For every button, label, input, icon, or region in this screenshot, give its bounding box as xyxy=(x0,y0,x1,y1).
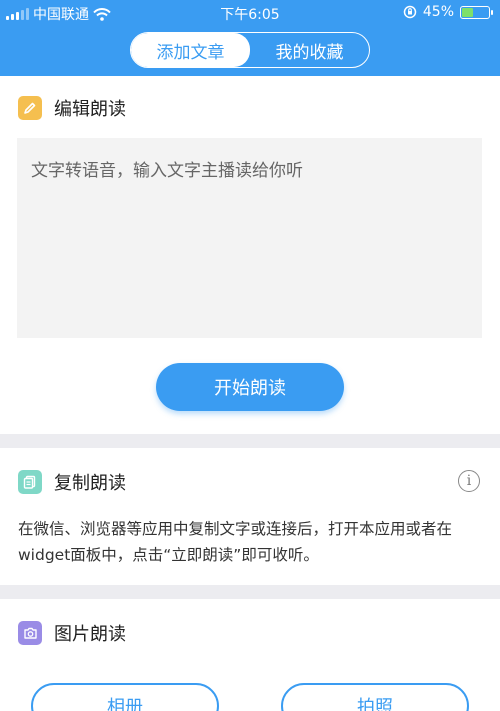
take-photo-button[interactable]: 拍照 xyxy=(281,683,469,711)
copy-doc-icon xyxy=(18,470,42,494)
image-read-title: 图片朗读 xyxy=(54,624,126,645)
copy-read-card: 复制朗读 i 在微信、浏览器等应用中复制文字或连接后，打开本应用或者在widge… xyxy=(0,448,500,585)
album-button[interactable]: 相册 xyxy=(31,683,219,711)
tab-add-article[interactable]: 添加文章 xyxy=(131,33,250,67)
status-right: 45% xyxy=(403,4,493,20)
edit-read-header: 编辑朗读 xyxy=(18,95,126,121)
info-icon[interactable]: i xyxy=(458,470,480,492)
camera-icon xyxy=(18,621,42,645)
pencil-icon xyxy=(18,96,42,120)
tab-my-favorites[interactable]: 我的收藏 xyxy=(250,33,369,67)
edit-read-title: 编辑朗读 xyxy=(54,99,126,120)
edit-read-card: 编辑朗读 文字转语音，输入文字主播读给你听 开始朗读 xyxy=(0,76,500,434)
battery-icon xyxy=(460,5,493,19)
status-bar: 中国联通 下午6:05 45% xyxy=(0,0,500,26)
orientation-lock-icon xyxy=(403,5,417,19)
image-read-card: 图片朗读 相册 拍照 xyxy=(0,599,500,711)
text-input-placeholder: 文字转语音，输入文字主播读给你听 xyxy=(31,161,303,181)
battery-percent: 45% xyxy=(422,4,454,20)
start-reading-button[interactable]: 开始朗读 xyxy=(156,363,344,411)
segmented-control: 添加文章 我的收藏 xyxy=(130,32,370,68)
copy-read-description: 在微信、浏览器等应用中复制文字或连接后，打开本应用或者在widget面板中，点击… xyxy=(18,520,453,564)
app-header: 中国联通 下午6:05 45% 添加文章 我的收藏 xyxy=(0,0,500,76)
copy-read-header: 复制朗读 xyxy=(18,469,126,495)
image-read-header: 图片朗读 xyxy=(18,620,126,646)
text-input-area[interactable]: 文字转语音，输入文字主播读给你听 xyxy=(17,138,482,338)
copy-read-title: 复制朗读 xyxy=(54,473,126,494)
